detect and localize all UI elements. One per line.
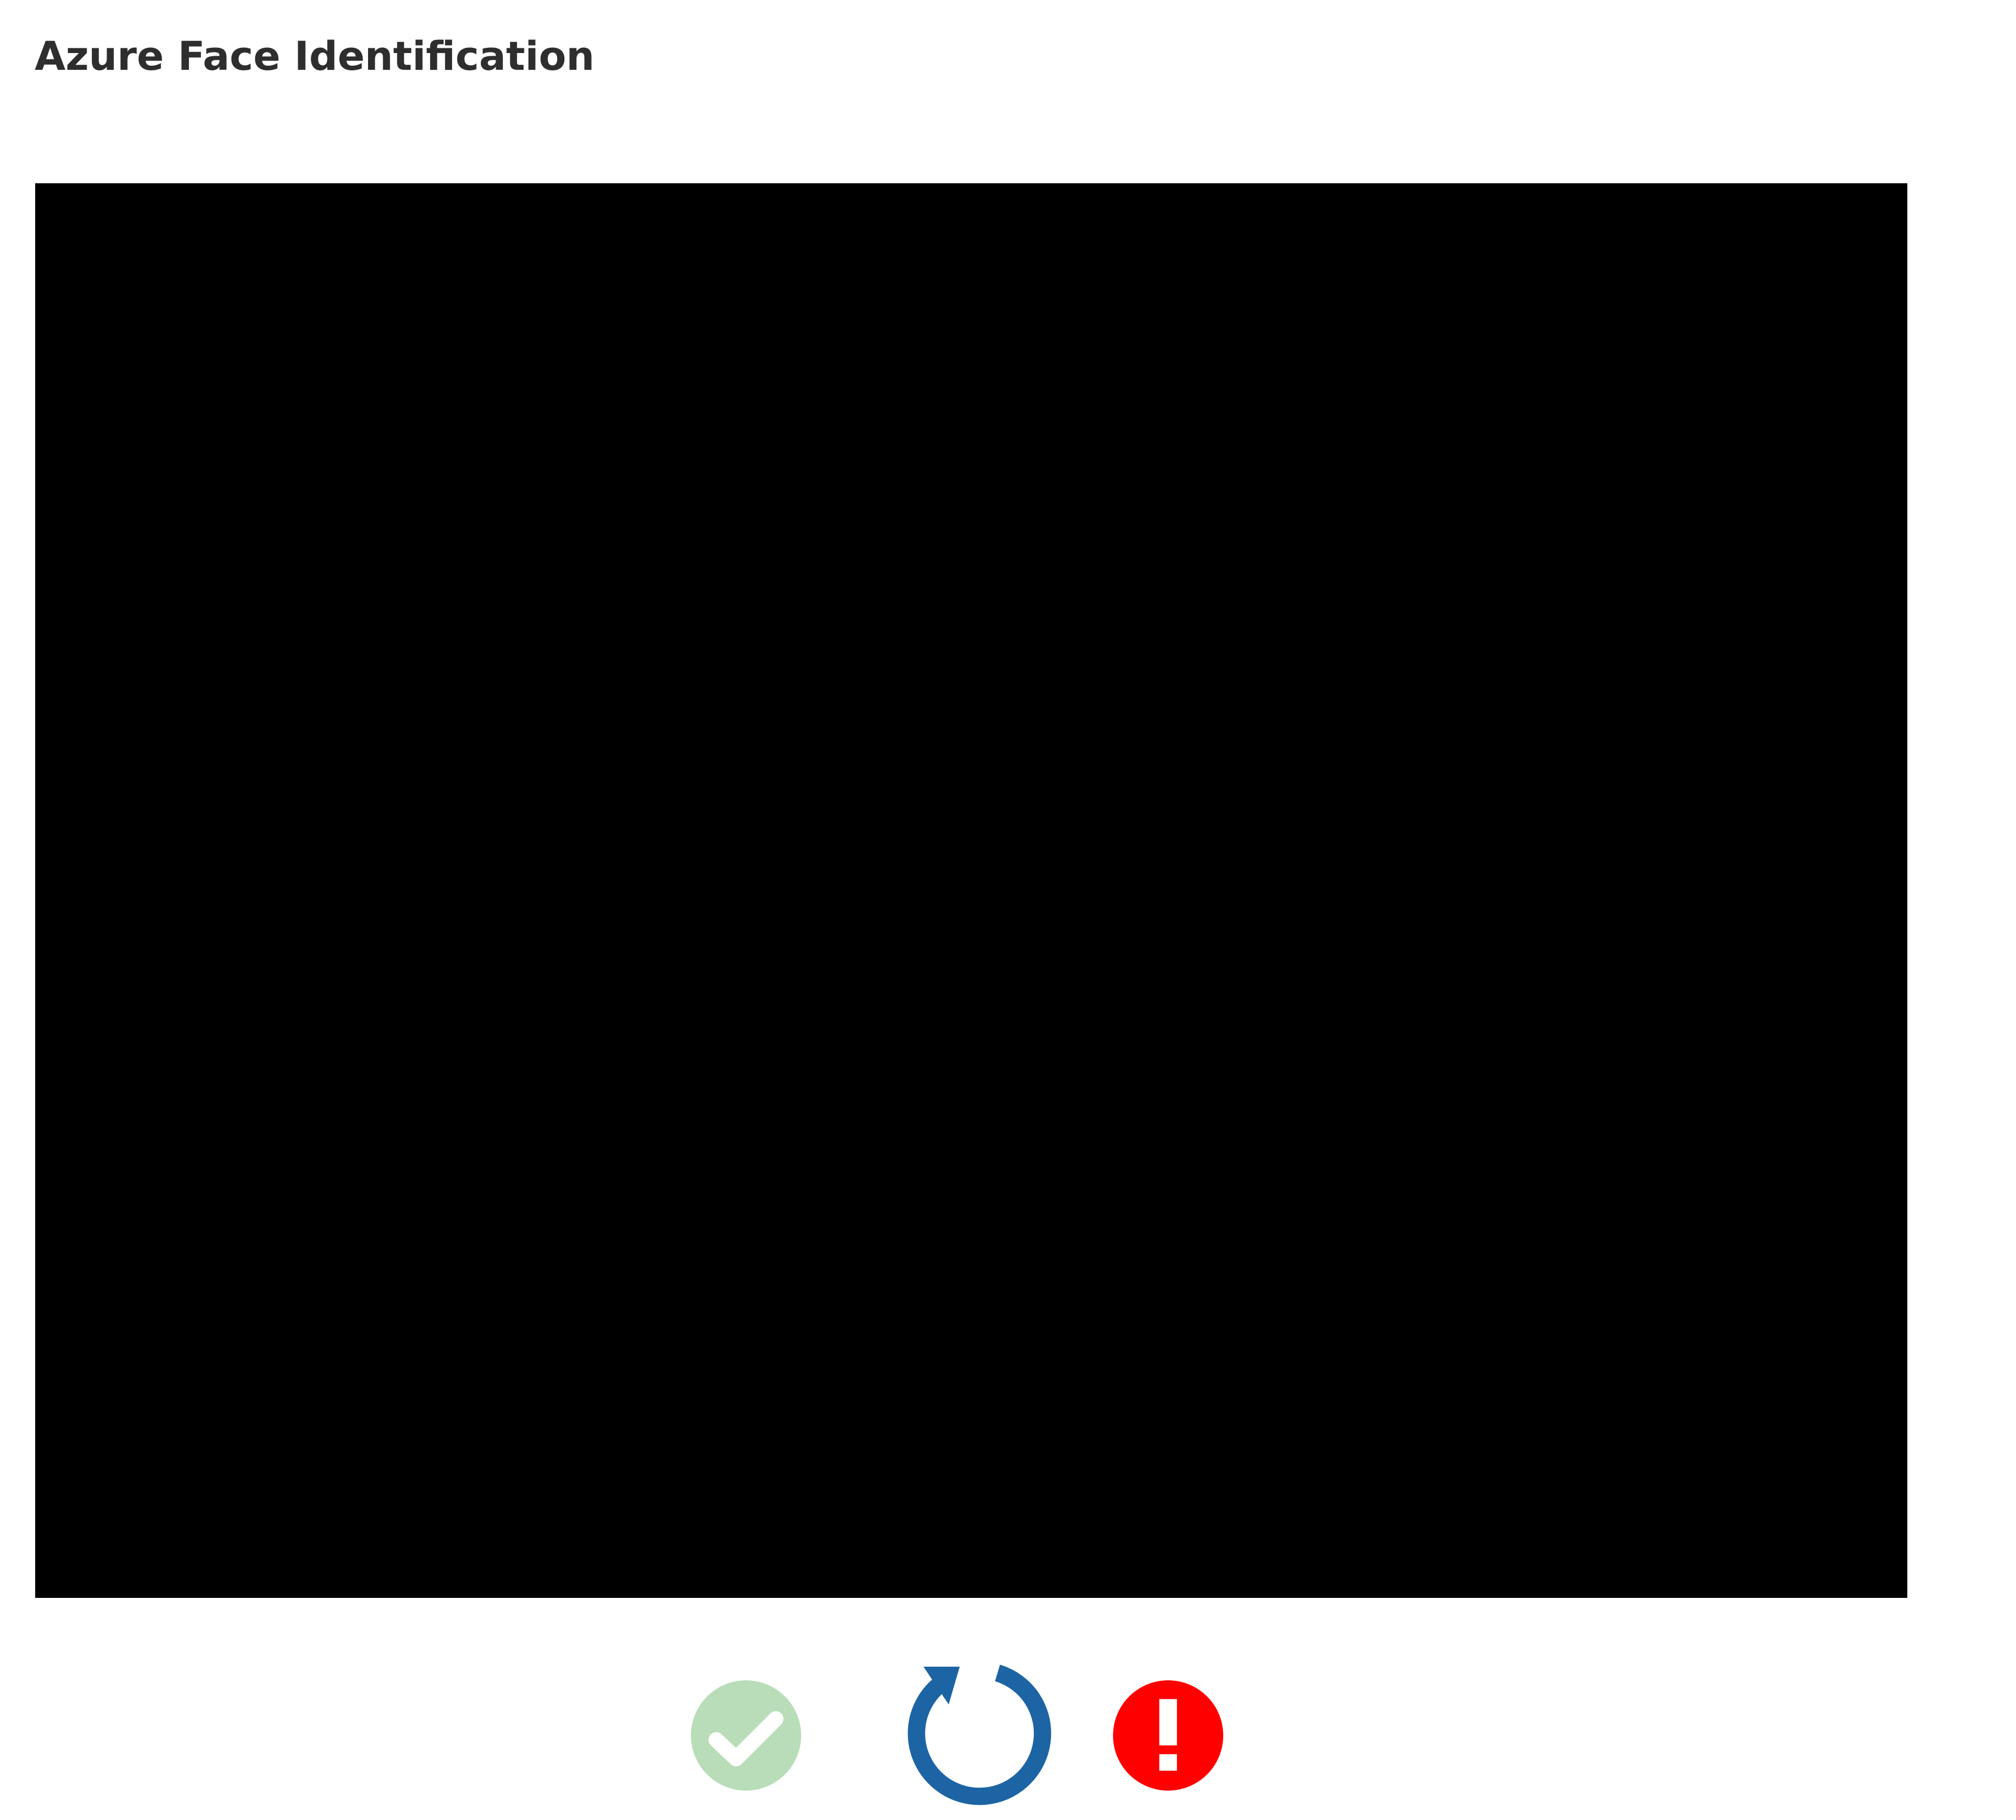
check-circle-icon xyxy=(691,1680,801,1791)
refresh-icon[interactable] xyxy=(895,1654,1053,1812)
exclamation-circle-icon xyxy=(1113,1680,1223,1791)
camera-video-feed xyxy=(35,183,1907,1598)
page-title: Azure Face Identification xyxy=(35,33,595,79)
